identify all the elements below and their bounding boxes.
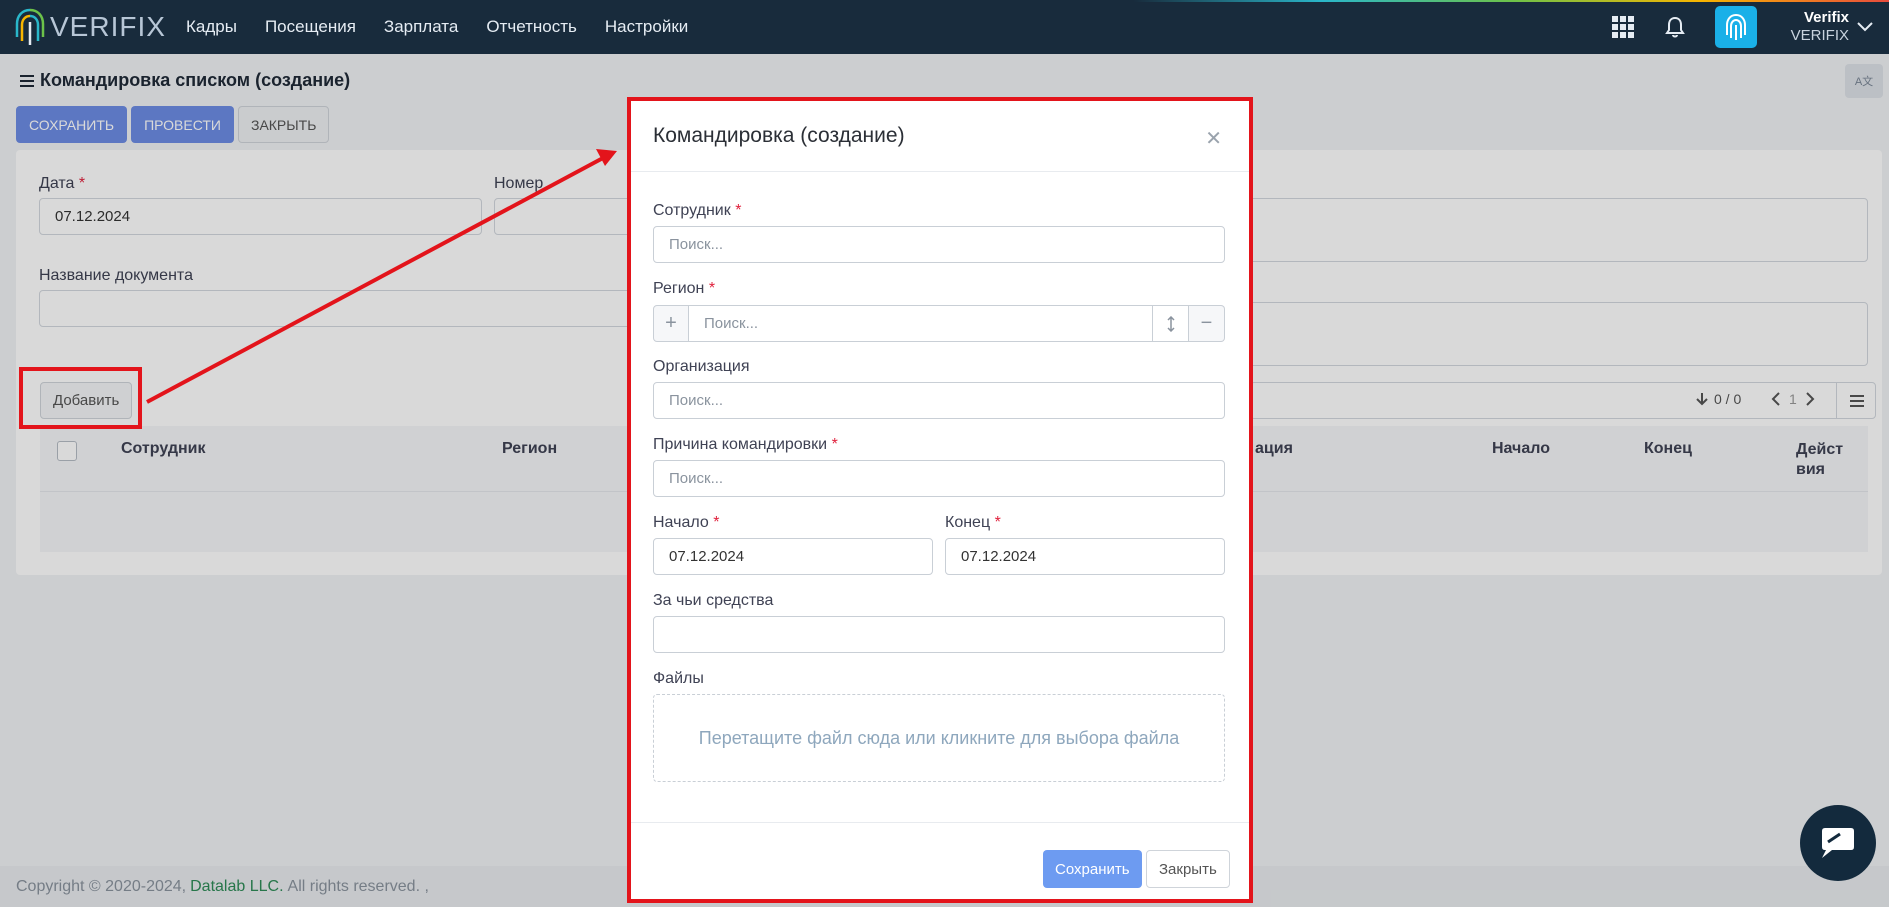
menu-item-attendance[interactable]: Посещения	[265, 17, 356, 37]
menu-item-salary[interactable]: Зарплата	[384, 17, 458, 37]
user-menu[interactable]: Verifix VERIFIX	[1791, 9, 1873, 45]
user-name: Verifix	[1803, 9, 1849, 26]
chevron-down-icon	[1857, 22, 1873, 32]
menu-item-staff[interactable]: Кадры	[186, 17, 237, 37]
logo[interactable]: VERIFIX	[14, 6, 166, 48]
menu-item-reports[interactable]: Отчетность	[486, 17, 577, 37]
navbar-right: Verifix VERIFIX	[1611, 0, 1889, 54]
menu-item-settings[interactable]: Настройки	[605, 17, 688, 37]
main-menu: Кадры Посещения Зарплата Отчетность Наст…	[172, 0, 702, 54]
top-navbar: VERIFIX Кадры Посещения Зарплата Отчетно…	[0, 0, 1889, 54]
annotation-box-modal	[627, 97, 1253, 903]
fingerprint-icon	[1725, 14, 1746, 40]
annotation-box-add-button	[19, 367, 142, 429]
apps-grid-icon[interactable]	[1611, 15, 1635, 39]
fingerprint-logo-icon	[15, 8, 45, 45]
user-org: VERIFIX	[1790, 27, 1849, 44]
bell-icon[interactable]	[1663, 15, 1687, 39]
chat-button[interactable]	[1800, 805, 1876, 881]
brand-name: VERIFIX	[50, 11, 166, 42]
chat-bubble-icon	[1822, 828, 1854, 858]
fingerprint-button[interactable]	[1714, 6, 1757, 48]
